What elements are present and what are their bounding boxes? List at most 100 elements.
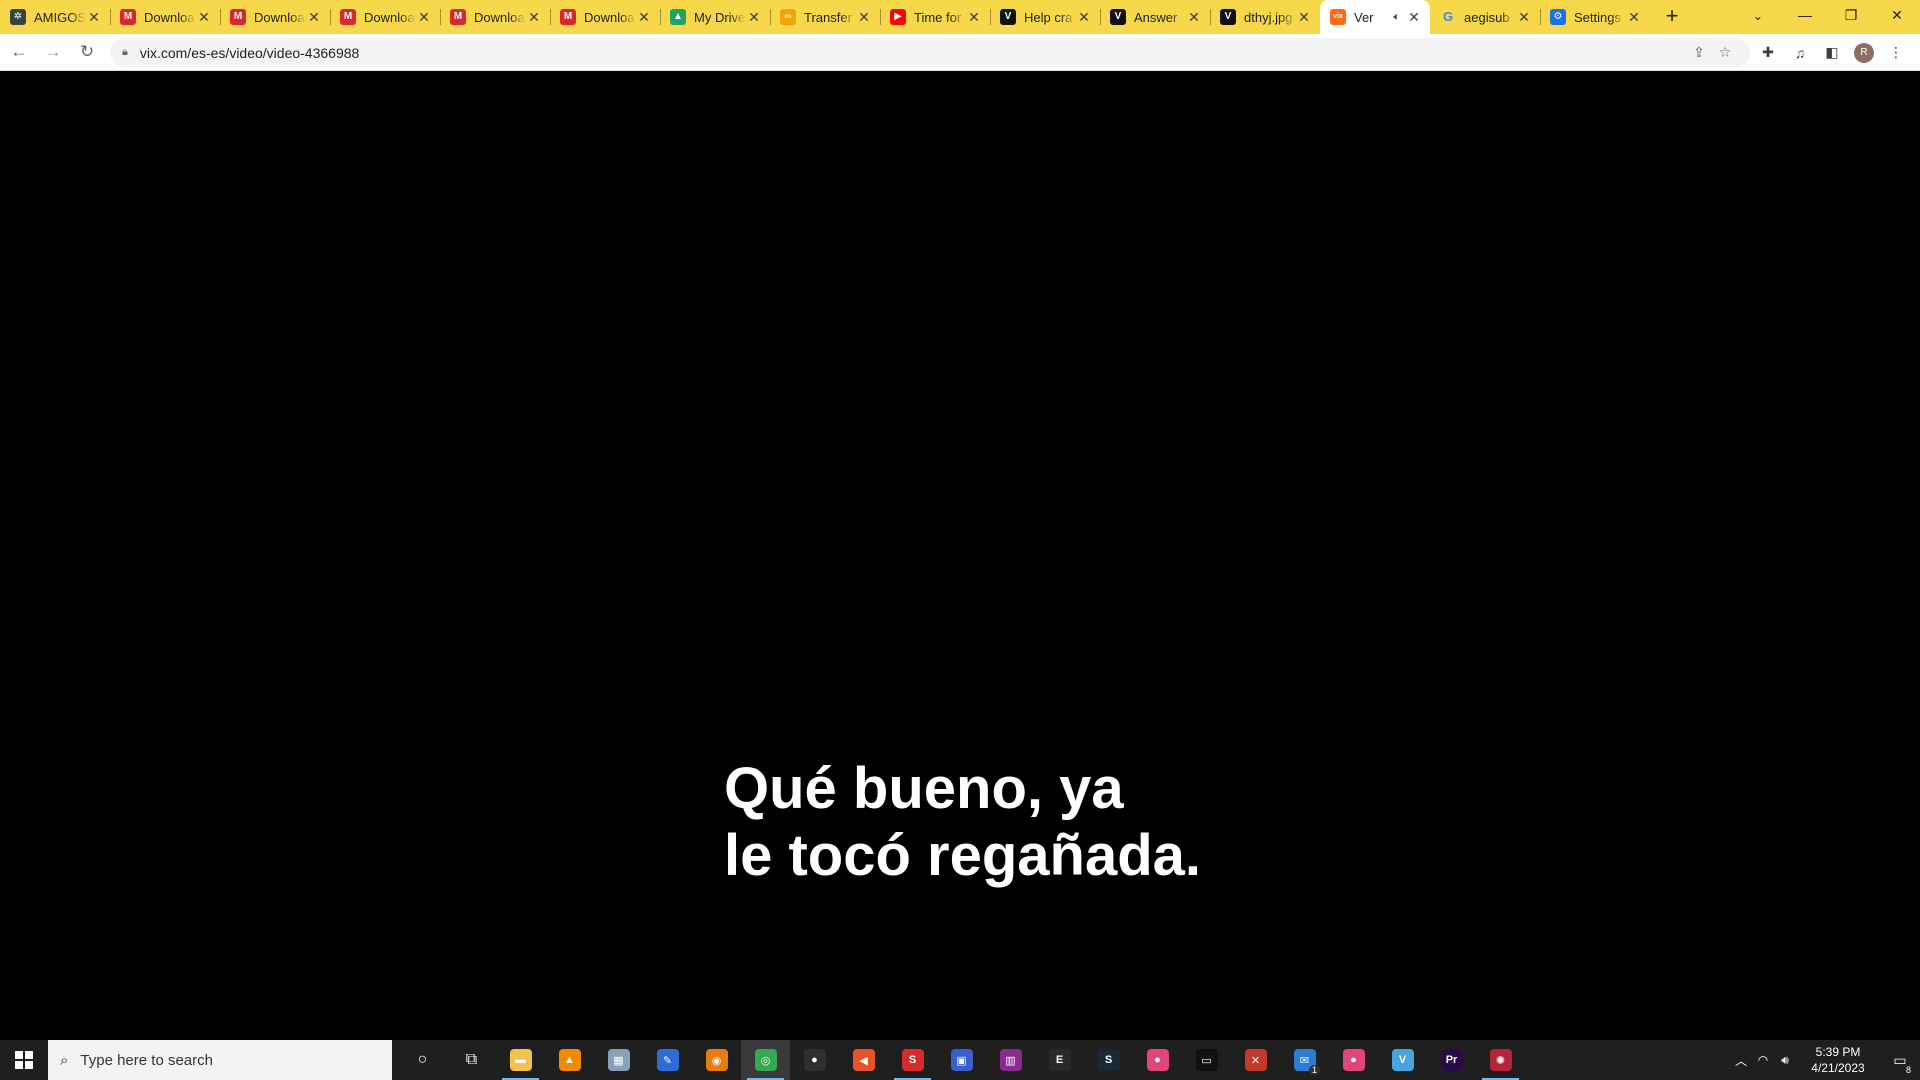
browser-tab[interactable]: ⚙ Settings ✕ (1540, 0, 1650, 34)
taskbar-app-monitor-app[interactable]: ▣ (937, 1040, 986, 1080)
tab-close-icon[interactable]: ✕ (746, 9, 762, 25)
lock-icon[interactable]: 🔒︎ (122, 46, 128, 59)
start-button[interactable] (0, 1040, 48, 1080)
tab-close-icon[interactable]: ✕ (856, 9, 872, 25)
profile-avatar[interactable]: R (1854, 42, 1874, 63)
browser-tab[interactable]: M Downloa ✕ (550, 0, 660, 34)
browser-tab[interactable]: ∞ Transfer ✕ (770, 0, 880, 34)
taskbar-app-cortana[interactable]: ○ (398, 1040, 447, 1080)
tab-close-icon[interactable]: ✕ (86, 9, 102, 25)
taskbar-app-mail[interactable]: ✉ 1 (1280, 1040, 1329, 1080)
taskbar-app-file-explorer[interactable]: ▬ (496, 1040, 545, 1080)
extensions-puzzle-icon[interactable]: ✚ (1752, 44, 1784, 61)
taskbar-app-subtitle-edit[interactable]: S (888, 1040, 937, 1080)
taskbar-app-game-app[interactable]: ✕ (1231, 1040, 1280, 1080)
v-icon: V (1220, 9, 1236, 25)
taskbar-app-steam[interactable]: S (1084, 1040, 1133, 1080)
tab-close-icon[interactable]: ✕ (1296, 9, 1312, 25)
browser-tab[interactable]: Gaegisub ✕ (1430, 0, 1540, 34)
taskbar-app-premiere-pro[interactable]: Pr (1427, 1040, 1476, 1080)
tab-strip: ✲ AMIGOS ✕ M Downloa ✕ M Downloa ✕ M Downloa ✕ M Down… (0, 0, 1920, 34)
vlc-icon: ▲ (558, 1049, 581, 1071)
kebab-menu-icon[interactable]: ⋮ (1880, 44, 1912, 61)
tab-title: aegisub (1464, 9, 1510, 25)
tab-search-chevron-icon[interactable]: ⌄ (1746, 4, 1770, 28)
media-controls-icon[interactable]: ♫ (1784, 45, 1816, 61)
browser-tab[interactable]: V Answer ✕ (1100, 0, 1210, 34)
notification-center-icon[interactable]: ▭ 8 (1880, 1052, 1920, 1075)
taskbar-app-epic-games[interactable]: E (1035, 1040, 1084, 1080)
reload-icon[interactable]: ↻ (72, 37, 102, 67)
taskbar-app-vlc[interactable]: ▲ (545, 1040, 594, 1080)
taskbar-app-davinci[interactable]: ✺ (1476, 1040, 1525, 1080)
tab-title: Settings (1574, 9, 1621, 25)
browser-tab[interactable]: ▲ My Drive ✕ (660, 0, 770, 34)
taskbar-app-terminal[interactable]: ▭ (1182, 1040, 1231, 1080)
taskbar-app-task-view[interactable]: ⧉ (447, 1040, 496, 1080)
browser-tab[interactable]: M Downloa ✕ (440, 0, 550, 34)
taskbar-app-chrome[interactable]: ◎ (741, 1040, 790, 1080)
minimize-button[interactable]: — (1782, 0, 1828, 30)
forward-arrow-icon[interactable]: → (38, 37, 68, 67)
tab-close-icon[interactable]: ✕ (1516, 9, 1532, 25)
address-bar[interactable]: 🔒︎ vix.com/es-es/video/video-4366988 ⇪ ☆ (110, 38, 1750, 67)
steam-icon: S (1097, 1049, 1120, 1071)
windows-taskbar: ⌕ Type here to search ○ ⧉ ▬ ▲ ▦ ✎ ◉ ◎ ● ◀ S ▣ ▥ E S ● ▭ ✕… (0, 1040, 1920, 1080)
subtitle-line-1: Qué bueno, ya (724, 756, 1124, 821)
back-arrow-icon[interactable]: ← (4, 37, 34, 67)
premiere-pro-icon: Pr (1440, 1049, 1463, 1071)
browser-tab[interactable]: ✲ AMIGOS ✕ (0, 0, 110, 34)
v-icon: V (1000, 9, 1016, 25)
taskbar-app-paint-tool[interactable]: ✎ (643, 1040, 692, 1080)
url-text[interactable]: vix.com/es-es/video/video-4366988 (140, 45, 1686, 61)
system-tray: ︿ ◠ 🔊︎ 5:39 PM 4/21/2023 ▭ 8 (1730, 1040, 1920, 1080)
winrar-icon: ▥ (999, 1049, 1022, 1071)
taskbar-search-box[interactable]: ⌕ Type here to search (48, 1040, 392, 1080)
pink-app-icon: ● (1146, 1049, 1169, 1071)
taskbar-app-winrar[interactable]: ▥ (986, 1040, 1035, 1080)
wifi-icon[interactable]: ◠ (1752, 1053, 1774, 1067)
game-app-icon: ✕ (1244, 1049, 1267, 1071)
browser-tab[interactable]: ▶ Time for ✕ (880, 0, 990, 34)
taskbar-app-pink-app-2[interactable]: ● (1329, 1040, 1378, 1080)
browser-tab[interactable]: M Downloa ✕ (220, 0, 330, 34)
taskbar-app-photos[interactable]: ▦ (594, 1040, 643, 1080)
tab-title: Downloa (144, 9, 195, 25)
taskbar-app-vegas[interactable]: V (1378, 1040, 1427, 1080)
tab-close-icon[interactable]: ✕ (636, 9, 652, 25)
tab-close-icon[interactable]: ✕ (306, 9, 322, 25)
taskbar-app-blender[interactable]: ◉ (692, 1040, 741, 1080)
video-player[interactable]: Qué bueno, ya le tocó regañada. (0, 71, 1920, 1040)
restore-button[interactable]: ❐ (1828, 0, 1874, 30)
tab-close-icon[interactable]: ✕ (966, 9, 982, 25)
tab-audio-speaker-icon[interactable]: 🔈︎ (1393, 11, 1400, 24)
tray-overflow-chevron-icon[interactable]: ︿ (1730, 1052, 1752, 1069)
tab-close-icon[interactable]: ✕ (1406, 9, 1422, 25)
subtitle-line-2: le tocó regañada. (724, 823, 1202, 888)
share-icon[interactable]: ⇪ (1686, 44, 1712, 61)
clock[interactable]: 5:39 PM 4/21/2023 (1796, 1044, 1880, 1076)
photos-icon: ▦ (607, 1049, 630, 1071)
tab-close-icon[interactable]: ✕ (416, 9, 432, 25)
tab-close-icon[interactable]: ✕ (196, 9, 212, 25)
browser-tab[interactable]: M Downloa ✕ (110, 0, 220, 34)
tab-close-icon[interactable]: ✕ (1626, 9, 1642, 25)
taskbar-app-audio-app[interactable]: ◀ (839, 1040, 888, 1080)
tab-close-icon[interactable]: ✕ (526, 9, 542, 25)
side-panel-icon[interactable]: ◧ (1816, 44, 1848, 61)
bookmark-star-icon[interactable]: ☆ (1712, 44, 1738, 61)
browser-tab[interactable]: M Downloa ✕ (330, 0, 440, 34)
taskbar-app-obs[interactable]: ● (790, 1040, 839, 1080)
tab-title: Downloa (584, 9, 635, 25)
close-window-button[interactable]: ✕ (1874, 0, 1920, 30)
browser-tab[interactable]: Vdthyj.jpg ✕ (1210, 0, 1320, 34)
volume-icon[interactable]: 🔊︎ (1774, 1053, 1796, 1068)
task-view-icon: ⧉ (465, 1051, 478, 1068)
browser-tab-active[interactable]: vix Ver 🔈︎ ✕ (1320, 0, 1430, 34)
taskbar-app-pink-app[interactable]: ● (1133, 1040, 1182, 1080)
tab-close-icon[interactable]: ✕ (1186, 9, 1202, 25)
tab-close-icon[interactable]: ✕ (1076, 9, 1092, 25)
tab-title: Answer (1134, 9, 1178, 25)
browser-tab[interactable]: V Help cra ✕ (990, 0, 1100, 34)
new-tab-button[interactable]: + (1658, 3, 1686, 31)
